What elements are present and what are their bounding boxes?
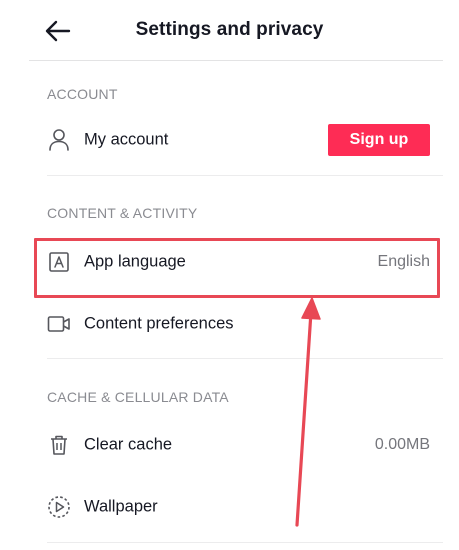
- section-heading-content-activity: CONTENT & ACTIVITY: [47, 205, 198, 221]
- app-language-row[interactable]: App language English: [29, 231, 443, 293]
- section-heading-account: ACCOUNT: [47, 86, 118, 102]
- divider: [47, 542, 443, 543]
- wallpaper-label: Wallpaper: [84, 497, 158, 516]
- divider: [47, 358, 443, 359]
- cache-size-value: 0.00MB: [374, 436, 430, 453]
- clear-cache-label: Clear cache: [84, 435, 173, 454]
- header-divider: [29, 60, 443, 61]
- section-heading-cache-cellular: CACHE & CELLULAR DATA: [47, 389, 229, 405]
- video-camera-icon: [47, 312, 71, 336]
- app-language-value: English: [377, 253, 430, 270]
- wallpaper-row[interactable]: Wallpaper: [29, 476, 443, 538]
- divider: [47, 175, 443, 176]
- content-preferences-label: Content preferences: [84, 314, 234, 333]
- trash-icon: [47, 433, 71, 457]
- header-bar: Settings and privacy: [0, 0, 459, 62]
- page-title: Settings and privacy: [135, 19, 324, 40]
- sign-up-button[interactable]: Sign up: [328, 124, 430, 156]
- clear-cache-row[interactable]: Clear cache 0.00MB: [29, 414, 443, 476]
- my-account-label: My account: [84, 130, 169, 149]
- my-account-row[interactable]: My account Sign up: [29, 109, 443, 171]
- language-icon: [47, 250, 71, 274]
- content-preferences-row[interactable]: Content preferences: [29, 293, 443, 355]
- person-icon: [47, 128, 71, 152]
- app-language-label: App language: [84, 252, 186, 271]
- wallpaper-play-icon: [47, 495, 71, 519]
